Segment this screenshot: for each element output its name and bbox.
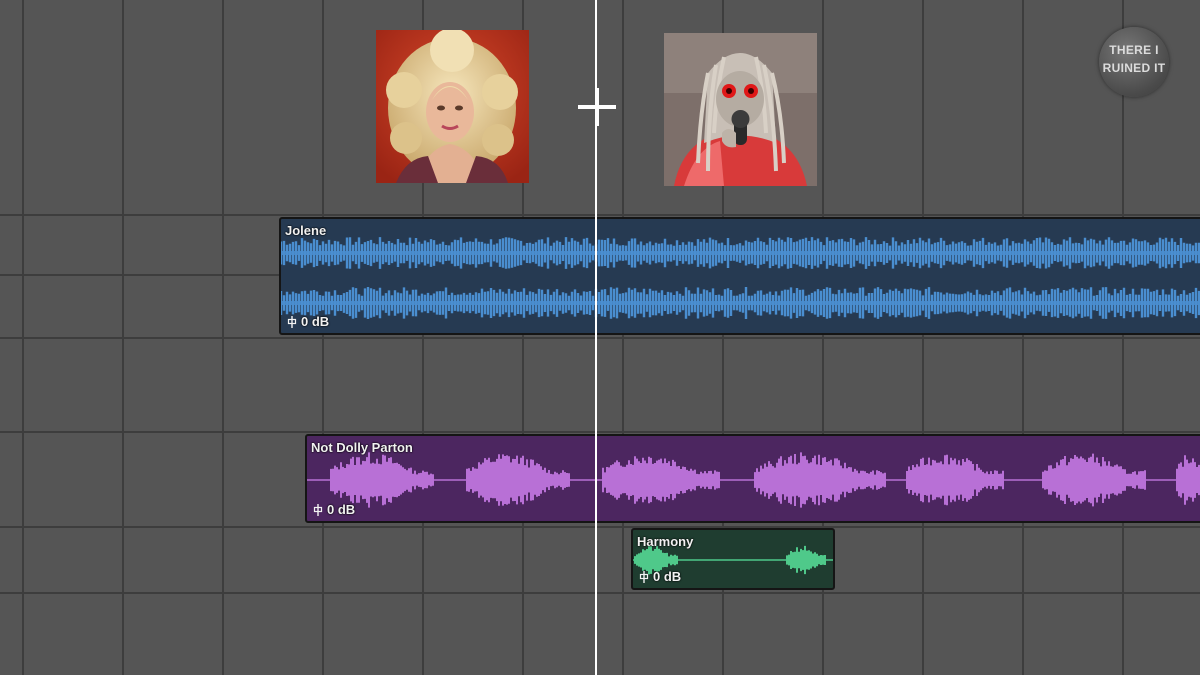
region-gain[interactable]: 0 dB bbox=[287, 314, 329, 329]
watermark-line-1: THERE I bbox=[1109, 43, 1159, 57]
waveform-not-dolly-parton bbox=[307, 452, 1200, 508]
region-name: Jolene bbox=[285, 223, 327, 238]
waveform-jolene bbox=[281, 237, 1200, 319]
fader-icon bbox=[639, 570, 649, 583]
photo-blonde-singer bbox=[376, 30, 529, 183]
track-divider bbox=[0, 592, 1200, 594]
region-name: Harmony bbox=[637, 534, 694, 549]
audio-region-jolene[interactable]: Jolene 0 dB bbox=[279, 217, 1200, 335]
photo-masked-performer bbox=[664, 33, 817, 186]
region-gain[interactable]: 0 dB bbox=[313, 502, 355, 517]
track-divider bbox=[0, 526, 1200, 528]
audio-region-not-dolly-parton[interactable]: Not Dolly Parton 0 dB bbox=[305, 434, 1200, 523]
crosshair-plus-icon bbox=[578, 88, 616, 126]
track-divider bbox=[0, 431, 1200, 433]
fader-icon bbox=[313, 503, 323, 516]
region-gain-value: 0 dB bbox=[327, 502, 356, 517]
arrange-area[interactable]: Jolene 0 dB Not Dolly Parton 0 dB Harmon… bbox=[0, 0, 1200, 675]
watermark-line-2: RUINED IT bbox=[1102, 61, 1166, 75]
watermark-logo: THERE I RUINED IT bbox=[1099, 27, 1169, 97]
region-name: Not Dolly Parton bbox=[311, 440, 413, 455]
audio-region-harmony[interactable]: Harmony 0 dB bbox=[631, 528, 835, 590]
track-divider bbox=[0, 214, 1200, 216]
region-gain-value: 0 dB bbox=[653, 569, 682, 584]
track-divider bbox=[0, 337, 1200, 339]
region-gain[interactable]: 0 dB bbox=[639, 569, 681, 584]
region-gain-value: 0 dB bbox=[301, 314, 330, 329]
fader-icon bbox=[287, 315, 297, 328]
